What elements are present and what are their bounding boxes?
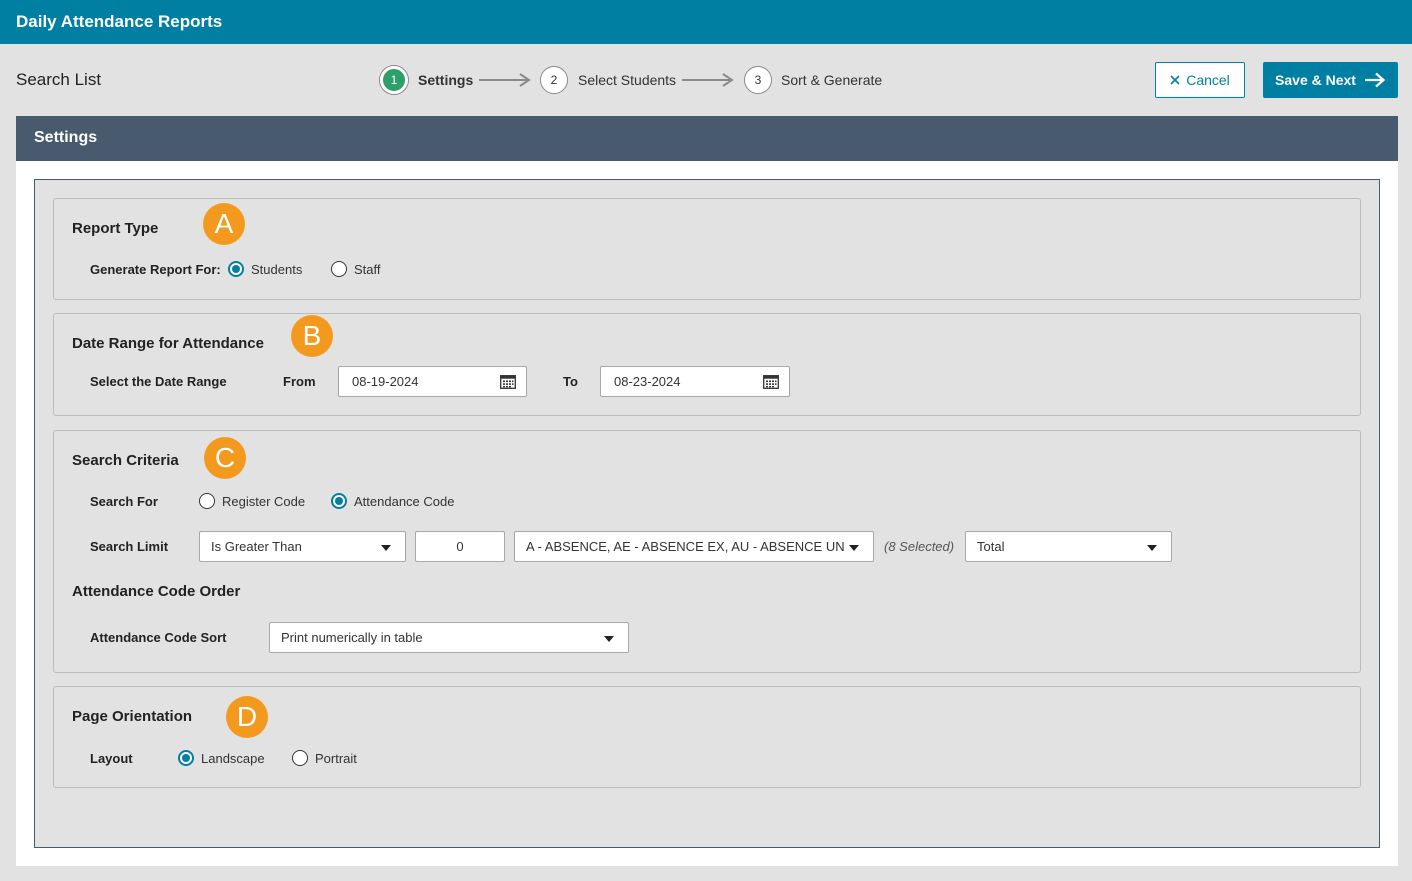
radio-portrait-label: Portrait bbox=[315, 750, 357, 766]
radio-staff-label: Staff bbox=[354, 261, 381, 277]
cancel-button[interactable]: Cancel bbox=[1155, 62, 1245, 98]
radio-attendance-code-label: Attendance Code bbox=[354, 493, 455, 509]
comparison-select-value: Is Greater Than bbox=[211, 539, 302, 554]
arrow-right-icon bbox=[1364, 72, 1386, 88]
to-label: To bbox=[563, 374, 578, 389]
search-criteria-title: Search Criteria bbox=[72, 452, 179, 469]
from-date-input[interactable]: 08-19-2024 bbox=[338, 366, 527, 397]
page-orientation-title: Page Orientation bbox=[72, 708, 193, 725]
date-range-title: Date Range for Attendance bbox=[72, 335, 264, 352]
radio-unchecked-icon bbox=[292, 750, 308, 766]
attendance-code-sort-select[interactable]: Print numerically in table bbox=[269, 622, 629, 653]
badge-d: D bbox=[226, 696, 268, 738]
step-3-indicator[interactable]: 3 bbox=[744, 66, 772, 94]
from-label: From bbox=[283, 374, 316, 389]
attendance-codes-select[interactable]: A - ABSENCE, AE - ABSENCE EX, AU - ABSEN… bbox=[514, 531, 874, 562]
page-title: Search List bbox=[16, 70, 102, 89]
app-title: Daily Attendance Reports bbox=[16, 12, 223, 31]
step-1-indicator[interactable]: 1 bbox=[380, 66, 408, 94]
radio-register-code-label: Register Code bbox=[222, 493, 306, 509]
radio-register-code[interactable]: Register Code bbox=[199, 493, 305, 509]
radio-students[interactable]: Students bbox=[228, 261, 302, 277]
radio-unchecked-icon bbox=[331, 261, 347, 277]
selected-count: (8 Selected) bbox=[884, 539, 955, 554]
limit-value: 0 bbox=[456, 539, 464, 554]
settings-panel-title: Settings bbox=[34, 129, 98, 146]
step-2-indicator[interactable]: 2 bbox=[540, 66, 568, 94]
report-type-section bbox=[53, 198, 1361, 300]
radio-attendance-code[interactable]: Attendance Code bbox=[331, 493, 454, 509]
radio-landscape[interactable]: Landscape bbox=[178, 750, 265, 766]
badge-a: A bbox=[203, 203, 245, 245]
step-2-label[interactable]: Select Students bbox=[578, 72, 676, 88]
calendar-icon[interactable] bbox=[500, 374, 516, 389]
from-date-value: 08-19-2024 bbox=[352, 374, 419, 389]
arrow-right-icon bbox=[479, 73, 531, 87]
radio-portrait[interactable]: Portrait bbox=[292, 750, 357, 766]
limit-value-input[interactable]: 0 bbox=[415, 531, 505, 562]
save-next-button[interactable]: Save & Next bbox=[1263, 62, 1398, 98]
app-header: Daily Attendance Reports bbox=[0, 0, 1412, 44]
to-date-value: 08-23-2024 bbox=[614, 374, 681, 389]
settings-panel-header: Settings bbox=[16, 116, 1398, 161]
save-next-button-label: Save & Next bbox=[1275, 72, 1356, 88]
step-1-label[interactable]: Settings bbox=[418, 72, 473, 88]
arrow-right-icon bbox=[682, 73, 734, 87]
comparison-select[interactable]: Is Greater Than bbox=[199, 531, 406, 562]
close-icon bbox=[1170, 75, 1180, 85]
calendar-icon[interactable] bbox=[763, 374, 779, 389]
badge-b: B bbox=[291, 315, 333, 357]
caret-down-icon bbox=[1147, 545, 1157, 551]
attendance-code-sort-value: Print numerically in table bbox=[281, 630, 423, 645]
step-3-label[interactable]: Sort & Generate bbox=[781, 72, 882, 88]
radio-landscape-label: Landscape bbox=[201, 750, 265, 766]
radio-students-label: Students bbox=[251, 261, 303, 277]
search-for-label: Search For bbox=[90, 494, 158, 509]
attendance-code-order-title: Attendance Code Order bbox=[72, 583, 241, 600]
caret-down-icon bbox=[381, 545, 391, 551]
radio-unchecked-icon bbox=[199, 493, 215, 509]
badge-c: C bbox=[204, 437, 246, 479]
attendance-code-sort-label: Attendance Code Sort bbox=[90, 630, 227, 645]
radio-checked-icon bbox=[228, 261, 244, 277]
date-range-section bbox=[53, 313, 1361, 416]
generate-report-for-label: Generate Report For: bbox=[90, 262, 221, 277]
radio-checked-icon bbox=[331, 493, 347, 509]
date-range-label: Select the Date Range bbox=[90, 374, 227, 389]
radio-staff[interactable]: Staff bbox=[331, 261, 381, 277]
to-date-input[interactable]: 08-23-2024 bbox=[600, 366, 790, 397]
aggregate-select[interactable]: Total bbox=[965, 531, 1172, 562]
radio-checked-icon bbox=[178, 750, 194, 766]
report-type-title: Report Type bbox=[72, 220, 159, 237]
attendance-codes-value: A - ABSENCE, AE - ABSENCE EX, AU - ABSEN… bbox=[526, 539, 844, 554]
caret-down-icon bbox=[604, 636, 614, 642]
search-limit-label: Search Limit bbox=[90, 539, 169, 554]
cancel-button-label: Cancel bbox=[1186, 72, 1230, 88]
caret-down-icon bbox=[849, 545, 859, 551]
aggregate-select-value: Total bbox=[977, 539, 1005, 554]
layout-label: Layout bbox=[90, 751, 133, 766]
